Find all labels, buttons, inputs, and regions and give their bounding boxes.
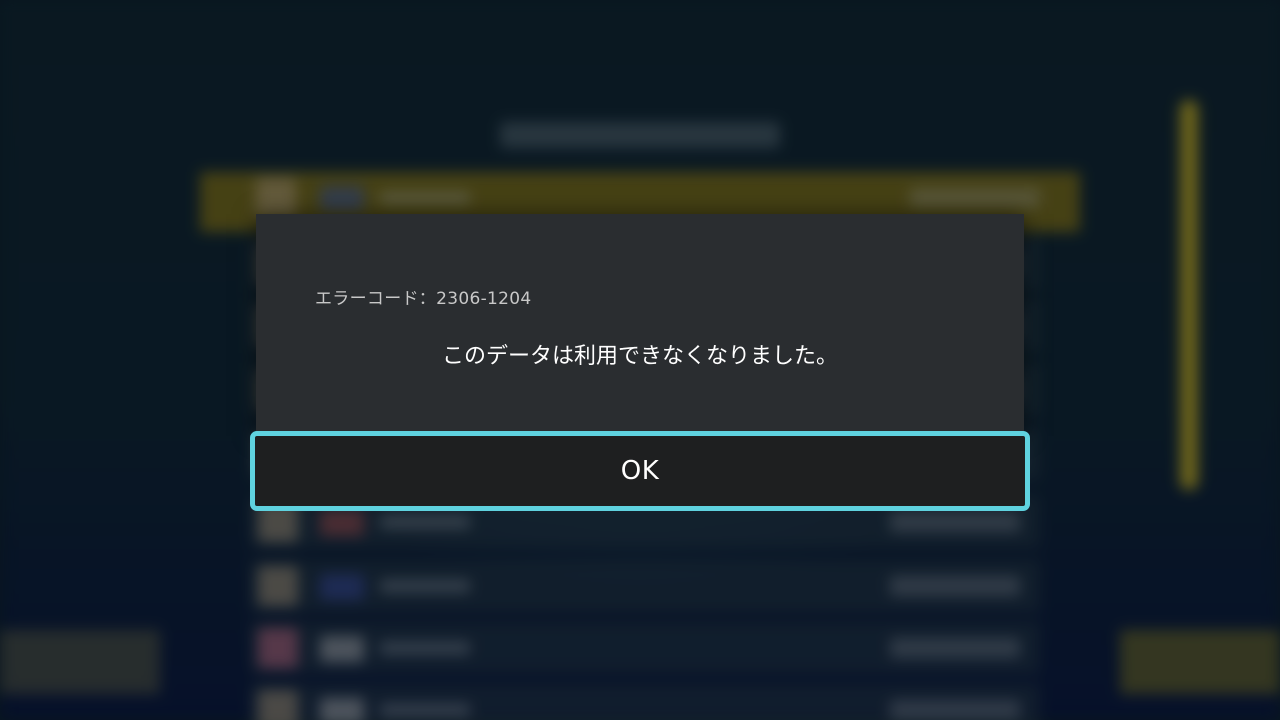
- error-dialog: エラーコード：2306-1204 このデータは利用できなくなりました。: [256, 214, 1024, 436]
- ok-button[interactable]: OK: [250, 431, 1030, 511]
- error-code-text: エラーコード：2306-1204: [315, 289, 532, 309]
- error-message: このデータは利用できなくなりました。: [441, 344, 838, 369]
- screen: エラーコード：2306-1204 このデータは利用できなくなりました。 OK: [0, 0, 1280, 720]
- ok-button-label: OK: [620, 456, 660, 486]
